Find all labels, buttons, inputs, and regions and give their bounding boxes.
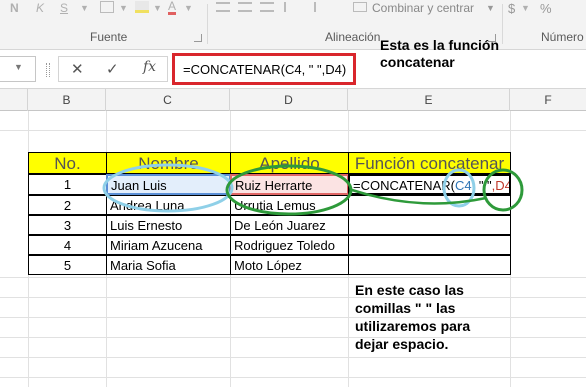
annotation-top: Esta es la función concatenar xyxy=(380,37,580,71)
annotation-top-line: Esta es la función xyxy=(380,37,500,53)
annotation-bottom-line: comillas " " las xyxy=(355,300,456,316)
circle-apellido xyxy=(225,164,353,216)
line-green-connector xyxy=(351,188,487,205)
annotation-bottom: En este caso las comillas " " las utiliz… xyxy=(355,281,505,353)
annotation-bottom-line: utilizaremos para xyxy=(355,318,471,334)
annotation-top-line: concatenar xyxy=(380,54,455,70)
annotation-bottom-line: dejar espacio. xyxy=(355,336,449,352)
annotation-bottom-line: En este caso las xyxy=(355,282,464,298)
circle-nombre xyxy=(102,163,234,213)
circle-ref-d4 xyxy=(482,168,524,212)
